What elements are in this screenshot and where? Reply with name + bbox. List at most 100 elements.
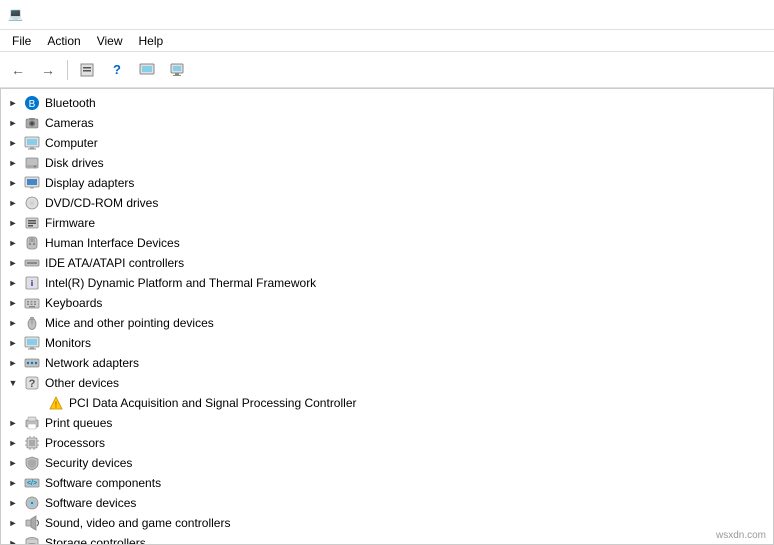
cameras-icon	[23, 115, 41, 131]
tree-item-label: Software devices	[45, 496, 136, 510]
svg-text:B: B	[29, 99, 36, 110]
tree-item-label: Storage controllers	[45, 536, 146, 544]
chevron-icon: ►	[5, 255, 21, 271]
tree-item-label: Other devices	[45, 376, 119, 390]
chevron-icon: ►	[5, 295, 21, 311]
mice-icon	[23, 315, 41, 331]
toolbar: ← → ?	[0, 52, 774, 88]
tree-item-keyboards[interactable]: ► Keyboards	[1, 293, 773, 313]
tree-item-cameras[interactable]: ►Cameras	[1, 113, 773, 133]
tree-item-computer[interactable]: ► Computer	[1, 133, 773, 153]
chevron-icon: ►	[5, 95, 21, 111]
chevron-icon: ►	[5, 135, 21, 151]
tree-item-network[interactable]: ► Network adapters	[1, 353, 773, 373]
menu-view[interactable]: View	[89, 32, 131, 50]
chevron-icon	[29, 395, 45, 411]
tree-item-label: Bluetooth	[45, 96, 96, 110]
tree-item-software-devices[interactable]: ► Software devices	[1, 493, 773, 513]
tree-item-label: Computer	[45, 136, 98, 150]
device-tree[interactable]: ►BBluetooth►Cameras►Computer►Disk drives…	[1, 89, 773, 544]
tree-item-display-adapters[interactable]: ► Display adapters	[1, 173, 773, 193]
tree-item-firmware[interactable]: ► Firmware	[1, 213, 773, 233]
network-icon	[23, 355, 41, 371]
tree-item-sound[interactable]: ► Sound, video and game controllers	[1, 513, 773, 533]
monitors-icon	[23, 335, 41, 351]
tree-item-hid[interactable]: ► Human Interface Devices	[1, 233, 773, 253]
chevron-icon: ►	[5, 215, 21, 231]
tree-item-processors[interactable]: ► Processors	[1, 433, 773, 453]
tree-item-label: DVD/CD-ROM drives	[45, 196, 158, 210]
other-devices-icon: ?	[23, 375, 41, 391]
menu-file[interactable]: File	[4, 32, 39, 50]
chevron-icon: ►	[5, 415, 21, 431]
pci-data-icon: !	[47, 395, 65, 411]
minimize-button[interactable]	[631, 0, 676, 30]
tree-item-storage[interactable]: ► Storage controllers	[1, 533, 773, 544]
tree-item-label: Security devices	[45, 456, 132, 470]
chevron-icon: ►	[5, 335, 21, 351]
properties-button[interactable]	[73, 56, 101, 84]
tree-item-other-devices[interactable]: ▼?Other devices	[1, 373, 773, 393]
svg-text:!: !	[55, 401, 58, 410]
chevron-icon: ►	[5, 275, 21, 291]
tree-item-label: PCI Data Acquisition and Signal Processi…	[69, 396, 356, 410]
chevron-icon: ►	[5, 355, 21, 371]
tree-item-dvd-drives[interactable]: ► DVD/CD-ROM drives	[1, 193, 773, 213]
svg-text:i: i	[31, 279, 33, 288]
ide-icon	[23, 255, 41, 271]
chevron-icon: ►	[5, 475, 21, 491]
tree-item-label: Network adapters	[45, 356, 139, 370]
disk-drives-icon	[23, 155, 41, 171]
tree-item-mice[interactable]: ►Mice and other pointing devices	[1, 313, 773, 333]
tree-item-ide[interactable]: ► IDE ATA/ATAPI controllers	[1, 253, 773, 273]
chevron-icon: ►	[5, 175, 21, 191]
storage-icon	[23, 535, 41, 544]
hid-icon	[23, 235, 41, 251]
menu-help[interactable]: Help	[131, 32, 172, 50]
chevron-icon: ►	[5, 535, 21, 544]
menu-bar: File Action View Help	[0, 30, 774, 52]
chevron-icon: ►	[5, 155, 21, 171]
main-content: ►BBluetooth►Cameras►Computer►Disk drives…	[0, 88, 774, 545]
tree-item-label: IDE ATA/ATAPI controllers	[45, 256, 184, 270]
title-bar: 💻	[0, 0, 774, 30]
tree-item-label: Human Interface Devices	[45, 236, 180, 250]
tree-item-security-devices[interactable]: ►Security devices	[1, 453, 773, 473]
chevron-icon: ►	[5, 195, 21, 211]
tree-item-monitors[interactable]: ►Monitors	[1, 333, 773, 353]
tree-item-label: Print queues	[45, 416, 112, 430]
forward-button[interactable]: →	[34, 56, 62, 84]
tree-item-print-queues[interactable]: ► Print queues	[1, 413, 773, 433]
menu-action[interactable]: Action	[39, 32, 88, 50]
tree-item-software-components[interactable]: ►</> Software components	[1, 473, 773, 493]
toolbar-separator-1	[67, 60, 68, 80]
chevron-icon: ►	[5, 515, 21, 531]
tree-item-label: Processors	[45, 436, 105, 450]
update-button[interactable]	[133, 56, 161, 84]
intel-icon: i	[23, 275, 41, 291]
help-button[interactable]: ?	[103, 56, 131, 84]
chevron-icon: ►	[5, 115, 21, 131]
close-button[interactable]	[721, 0, 766, 30]
tree-item-label: Firmware	[45, 216, 95, 230]
software-components-icon: </>	[23, 475, 41, 491]
tree-item-bluetooth[interactable]: ► B Bluetooth	[1, 93, 773, 113]
maximize-button[interactable]	[676, 0, 721, 30]
tree-item-label: Disk drives	[45, 156, 104, 170]
tree-item-disk-drives[interactable]: ► Disk drives	[1, 153, 773, 173]
tree-item-label: Keyboards	[45, 296, 102, 310]
tree-item-label: Sound, video and game controllers	[45, 516, 230, 530]
chevron-icon: ►	[5, 435, 21, 451]
monitor-button[interactable]	[163, 56, 191, 84]
security-devices-icon	[23, 455, 41, 471]
back-button[interactable]: ←	[4, 56, 32, 84]
computer-icon	[23, 135, 41, 151]
tree-item-intel[interactable]: ►iIntel(R) Dynamic Platform and Thermal …	[1, 273, 773, 293]
print-queues-icon	[23, 415, 41, 431]
tree-item-label: Display adapters	[45, 176, 134, 190]
tree-item-pci-data[interactable]: ! PCI Data Acquisition and Signal Process…	[1, 393, 773, 413]
chevron-icon: ►	[5, 495, 21, 511]
tree-item-label: Software components	[45, 476, 161, 490]
app-icon: 💻	[8, 7, 24, 23]
chevron-icon: ►	[5, 235, 21, 251]
